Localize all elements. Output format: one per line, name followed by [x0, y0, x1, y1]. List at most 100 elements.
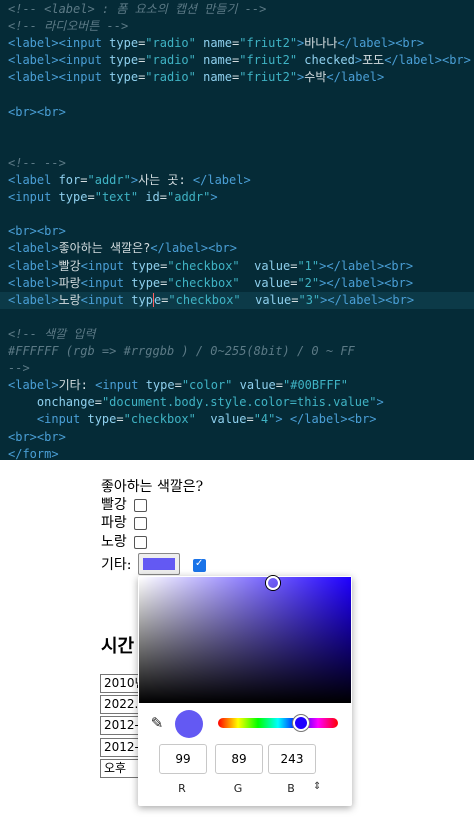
code-token: <label><input — [8, 70, 110, 85]
hue-knob[interactable] — [292, 715, 309, 731]
code-token: = — [174, 378, 182, 393]
option-other-checkbox[interactable] — [193, 558, 206, 572]
code-token: value — [254, 275, 291, 290]
code-token: <label — [8, 173, 59, 187]
code-line: #FFFFFF (rgb => #rrggbb ) / 0~255(8bit) … — [8, 343, 355, 360]
code-token: <br><br> — [8, 429, 66, 444]
code-token: value — [210, 412, 247, 427]
code-token: <label> — [8, 292, 59, 307]
code-token: > — [354, 53, 363, 68]
code-token: "friut2" — [239, 36, 298, 51]
saturation-value-area[interactable] — [139, 576, 351, 703]
hue-slider[interactable] — [218, 715, 338, 731]
color-question-label: 좋아하는 색깔은? — [101, 479, 204, 495]
code-line: <label>빨강<input type="checkbox" value="1… — [8, 258, 413, 275]
code-token: <!-- 라디오버튼 --> — [8, 19, 129, 34]
other-label: 기타: — [101, 557, 132, 573]
code-line: <!-- 색깔 입력 — [8, 326, 96, 343]
code-token: = — [275, 378, 283, 393]
code-token: for — [58, 173, 81, 187]
code-token: > </label><br> — [275, 412, 377, 427]
blue-value-input[interactable]: 243 — [268, 744, 316, 774]
code-line: <label><input type="radio" name="friut2"… — [8, 35, 424, 52]
code-token: "4" — [253, 412, 276, 427]
green-label: G — [233, 782, 243, 795]
option-yellow-label: 노랑 — [101, 534, 127, 550]
color-preview — [175, 710, 203, 738]
code-line: --> — [8, 360, 30, 377]
code-line: <!-- 라디오버튼 --> — [8, 18, 128, 35]
code-token: value — [239, 378, 276, 393]
code-token: type — [87, 412, 117, 427]
code-line: <label>노랑<input type="checkbox" value="3… — [8, 292, 414, 309]
code-line: <input type="text" id="addr"> — [8, 189, 218, 206]
eyedropper-icon[interactable]: ✎ — [148, 714, 166, 732]
code-token: "friut2" — [239, 70, 298, 85]
code-token: </label> — [192, 173, 251, 187]
format-toggle-icon[interactable]: ⇕ — [313, 781, 321, 792]
code-token: onchange — [36, 395, 95, 410]
code-token: "radio" — [145, 70, 196, 85]
code-token: 기타: — [58, 378, 96, 393]
code-line: <!-- --> — [8, 155, 66, 172]
code-token: <br><br> — [8, 224, 66, 239]
code-token: "checkbox" — [168, 292, 241, 307]
code-token: = — [159, 190, 167, 205]
code-token: > — [130, 173, 139, 187]
code-token: </label><br> — [150, 241, 238, 256]
code-token: ></label><br> — [319, 258, 414, 273]
code-line: <label><input type="radio" name="friut2"… — [8, 52, 471, 69]
code-token: "#00BFFF" — [283, 378, 349, 393]
option-red-checkbox[interactable] — [134, 499, 147, 512]
code-token: typ — [131, 292, 153, 307]
code-token: <input — [95, 378, 146, 393]
code-token: 좋아하는 색깔은? — [58, 241, 151, 256]
code-token: name — [203, 70, 233, 85]
red-value-input[interactable]: 99 — [159, 744, 207, 774]
code-token: name — [203, 53, 233, 68]
code-token: type — [109, 70, 139, 85]
code-token: 수박 — [304, 70, 327, 85]
code-editor[interactable]: <!-- <label> : 폼 요소의 캡션 만들기 --> <!-- 라디오버… — [0, 0, 474, 460]
code-token: name — [203, 36, 233, 51]
code-token: #FFFFFF (rgb => #rrggbb ) / 0~255(8bit) … — [8, 344, 355, 358]
color-picker-popup: ✎ 99 89 243 R G B ⇕ — [138, 576, 352, 806]
color-input-button[interactable] — [138, 553, 180, 575]
code-token: id — [145, 190, 160, 205]
code-token: <input — [80, 292, 132, 307]
color-swatch — [143, 558, 175, 570]
code-token: type — [109, 36, 139, 51]
code-token: 사는 곳: — [138, 173, 193, 187]
code-token: = — [94, 395, 102, 410]
code-line: <br><br> — [8, 104, 66, 121]
green-value-input[interactable]: 89 — [215, 744, 263, 774]
code-token: </form> — [8, 446, 59, 460]
code-token: value — [254, 258, 291, 273]
code-token: <label> — [8, 275, 59, 290]
code-token: 포도 — [362, 53, 385, 68]
code-token: "addr" — [167, 190, 211, 205]
code-line: <input type="checkbox" value="4"> </labe… — [8, 411, 377, 428]
option-blue-checkbox[interactable] — [134, 517, 147, 530]
code-line: <br><br> — [8, 223, 66, 240]
option-yellow-checkbox[interactable] — [134, 536, 147, 549]
code-token: "3" — [298, 292, 321, 307]
code-line: <label>파랑<input type="checkbox" value="2… — [8, 275, 413, 292]
saturation-knob[interactable] — [265, 576, 280, 591]
code-token: type — [145, 378, 175, 393]
code-token: <input — [80, 258, 132, 273]
section-heading: 시간 — [101, 636, 135, 657]
code-line: onchange="document.body.style.color=this… — [8, 394, 384, 411]
code-token: = — [87, 190, 95, 205]
code-token: <label> — [8, 378, 59, 393]
code-token: </label><br> — [337, 36, 425, 51]
code-token: "2" — [297, 275, 320, 290]
code-token: type — [58, 190, 88, 205]
code-token: 빨강 — [58, 258, 81, 273]
code-token: "document.body.style.color=this.value" — [101, 395, 377, 410]
